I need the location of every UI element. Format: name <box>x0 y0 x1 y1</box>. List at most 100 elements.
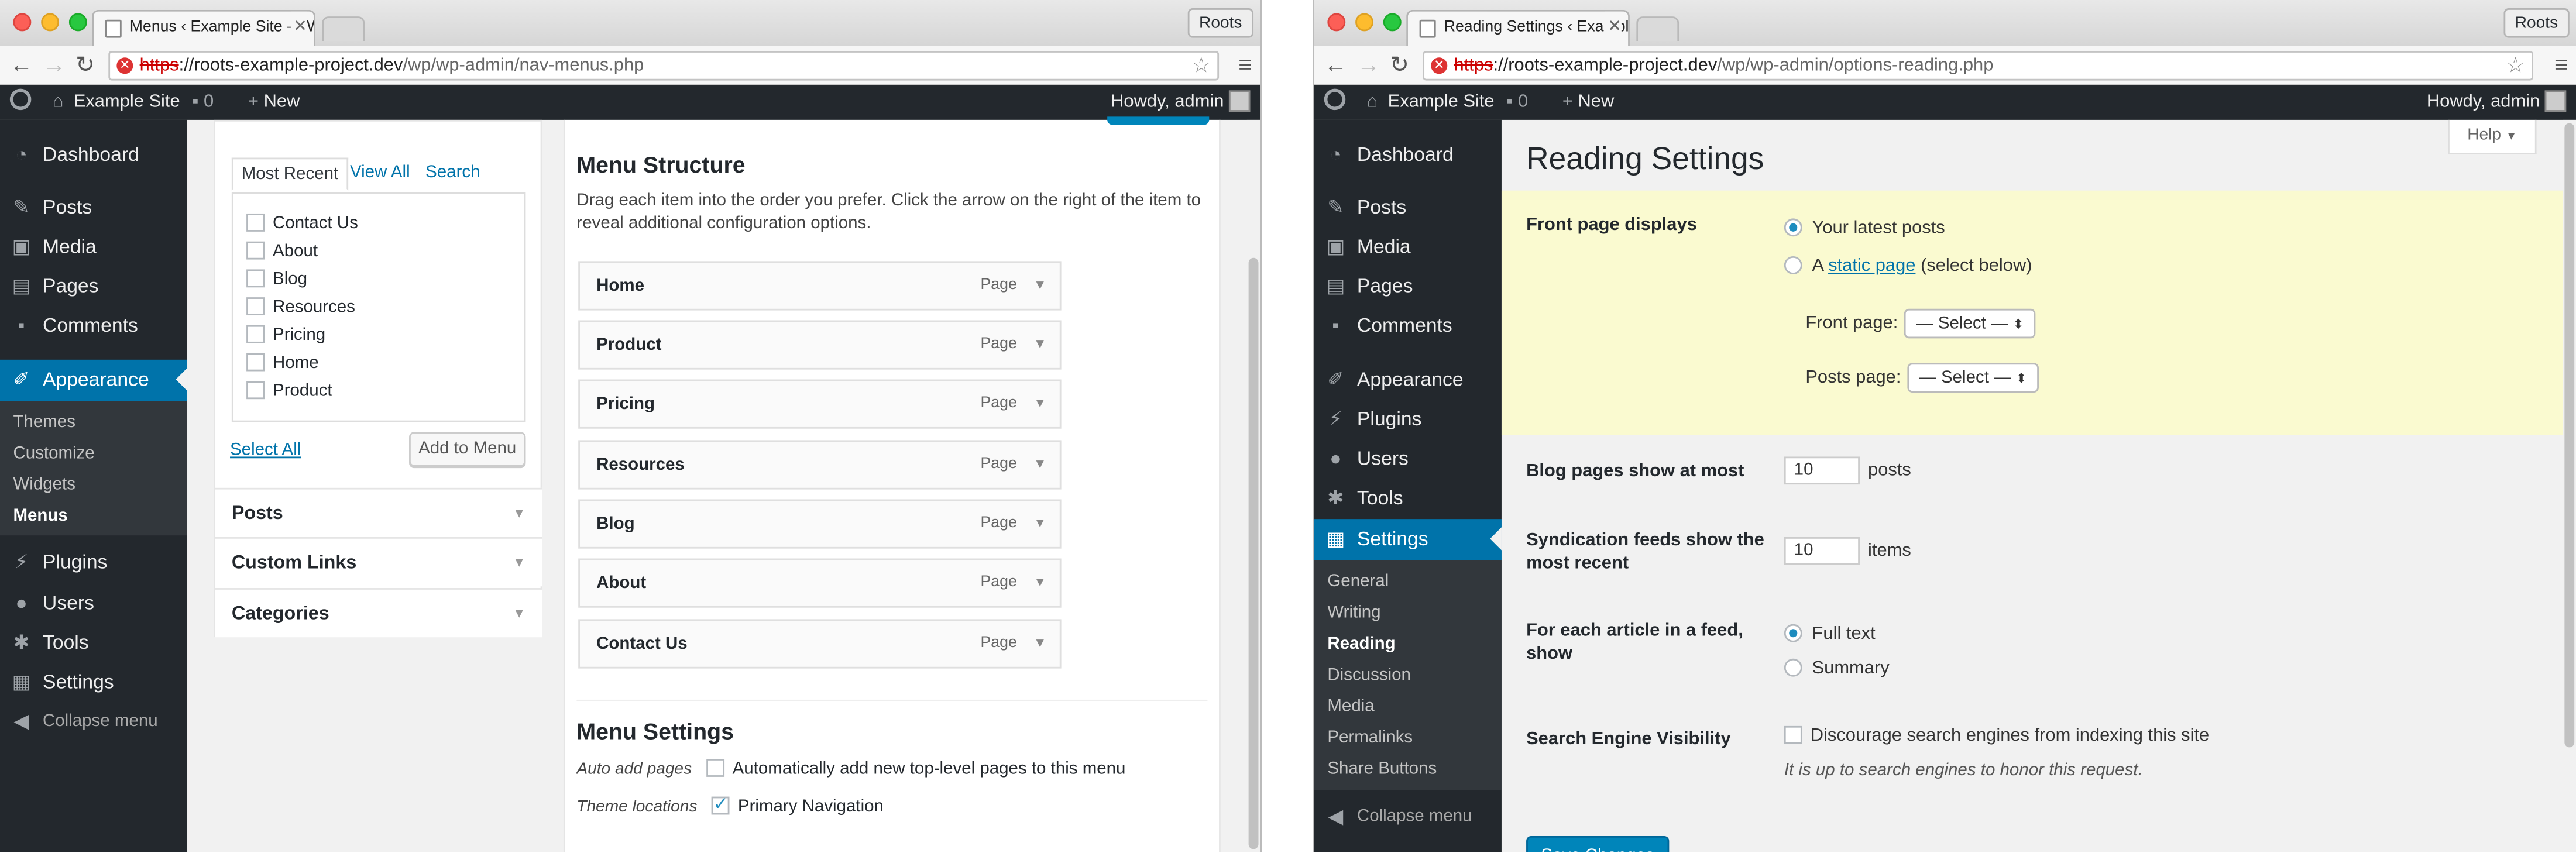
sidebar-item-dashboard[interactable]: ◔ Dashboard <box>0 135 187 174</box>
radio-static-page[interactable]: A static page (select below) <box>1784 256 2032 276</box>
submenu-share-buttons[interactable]: Share Buttons <box>1327 759 1437 779</box>
account-menu[interactable]: Howdy, admin <box>2427 85 2567 120</box>
accordion-categories[interactable]: Categories ▼ <box>215 588 542 638</box>
menu-item[interactable]: Product Page ▼ <box>578 320 1062 370</box>
list-item[interactable]: Resources <box>246 297 355 317</box>
radio-button[interactable] <box>1784 624 1802 642</box>
menu-item[interactable]: Resources Page ▼ <box>578 440 1062 490</box>
site-name-link[interactable]: ⌂ Example Site <box>1367 85 1495 120</box>
menu-item[interactable]: Pricing Page ▼ <box>578 379 1062 429</box>
zoom-window-icon[interactable] <box>68 13 87 32</box>
sidebar-item-tools[interactable]: ✱ Tools <box>1314 478 1502 517</box>
submenu-discussion[interactable]: Discussion <box>1327 665 1411 685</box>
primary-navigation-checkbox[interactable] <box>711 793 730 815</box>
list-item[interactable]: Product <box>246 381 332 401</box>
syndication-input[interactable]: 10 <box>1784 537 1860 565</box>
scrollbar[interactable] <box>2563 119 2576 853</box>
wordpress-logo-icon[interactable] <box>1324 85 1346 120</box>
sidebar-item-dashboard[interactable]: ◔ Dashboard <box>1314 135 1502 174</box>
sidebar-item-pages[interactable]: ▤ Pages <box>1314 266 1502 305</box>
submenu-themes[interactable]: Themes <box>13 412 75 432</box>
sidebar-item-media[interactable]: ▣ Media <box>1314 226 1502 266</box>
checkbox[interactable] <box>246 213 265 232</box>
sidebar-item-plugins[interactable]: ⚡ Plugins <box>1314 399 1502 438</box>
submenu-writing[interactable]: Writing <box>1327 603 1380 622</box>
tab-search[interactable]: Search <box>425 163 480 183</box>
add-to-menu-button[interactable]: Add to Menu <box>409 432 526 467</box>
list-item[interactable]: Contact Us <box>246 213 358 233</box>
new-content-link[interactable]: + New <box>1562 85 1614 120</box>
bookmark-star-icon[interactable]: ☆ <box>2506 53 2525 79</box>
scrollbar-thumb[interactable] <box>1248 257 1259 849</box>
list-item[interactable]: Home <box>246 353 319 373</box>
front-page-select[interactable]: — Select — ⬍ <box>1904 308 2036 339</box>
sidebar-item-posts[interactable]: ✎ Posts <box>0 187 187 226</box>
tab-view-all[interactable]: View All <box>350 163 410 183</box>
comments-link[interactable]: ▪ 0 <box>192 85 214 120</box>
sidebar-item-pages[interactable]: ▤ Pages <box>0 266 187 305</box>
address-bar[interactable]: ✕ https://roots-example-project.dev/wp/wp… <box>108 51 1220 81</box>
tab-most-recent[interactable]: Most Recent <box>231 157 349 191</box>
blog-pages-input[interactable]: 10 <box>1784 456 1860 485</box>
radio-button[interactable] <box>1784 218 1802 237</box>
collapse-menu-button[interactable]: ◀ Collapse menu <box>0 701 187 741</box>
select-all-link[interactable]: Select All <box>230 440 301 460</box>
bookmark-star-icon[interactable]: ☆ <box>1191 53 1211 79</box>
menu-item[interactable]: About Page ▼ <box>578 558 1062 608</box>
submenu-media[interactable]: Media <box>1327 696 1374 716</box>
auto-add-checkbox[interactable] <box>706 759 724 777</box>
sidebar-item-tools[interactable]: ✱ Tools <box>0 622 187 662</box>
sidebar-item-comments[interactable]: ▪ Comments <box>0 305 187 345</box>
radio-button[interactable] <box>1784 658 1802 677</box>
submenu-customize[interactable]: Customize <box>13 443 94 463</box>
profile-button[interactable]: Roots <box>2503 8 2570 38</box>
help-tab-button[interactable]: Help ▼ <box>2448 119 2537 154</box>
close-tab-icon[interactable]: ✕ <box>1604 11 1622 44</box>
list-item[interactable]: Pricing <box>246 325 325 345</box>
submenu-reading[interactable]: Reading <box>1327 634 1395 654</box>
menu-item[interactable]: Home Page ▼ <box>578 261 1062 311</box>
browser-menu-icon[interactable]: ≡ <box>2554 51 2568 77</box>
save-changes-button[interactable]: Save Changes <box>1526 835 1670 853</box>
new-tab-button[interactable] <box>322 16 365 42</box>
minimize-window-icon[interactable] <box>41 13 60 32</box>
wordpress-logo-icon[interactable] <box>9 85 32 120</box>
minimize-window-icon[interactable] <box>1355 13 1373 32</box>
expand-arrow-icon[interactable]: ▼ <box>1033 501 1046 547</box>
discourage-search-checkbox[interactable] <box>1784 725 1802 744</box>
radio-full-text[interactable]: Full text <box>1784 624 1876 644</box>
close-tab-icon[interactable]: ✕ <box>290 11 307 44</box>
list-item[interactable]: Blog <box>246 269 307 289</box>
submenu-widgets[interactable]: Widgets <box>13 474 75 494</box>
menu-item[interactable]: Blog Page ▼ <box>578 499 1062 549</box>
checkbox[interactable] <box>246 353 265 372</box>
browser-menu-icon[interactable]: ≡ <box>1238 51 1252 77</box>
radio-button[interactable] <box>1784 256 1802 274</box>
sidebar-item-media[interactable]: ▣ Media <box>0 226 187 266</box>
sidebar-item-plugins[interactable]: ⚡ Plugins <box>0 542 187 581</box>
checkbox[interactable] <box>246 325 265 343</box>
expand-arrow-icon[interactable]: ▼ <box>1033 263 1046 309</box>
collapse-menu-button[interactable]: ◀ Collapse menu <box>1314 797 1502 836</box>
accordion-custom-links[interactable]: Custom Links ▼ <box>215 537 542 587</box>
zoom-window-icon[interactable] <box>1383 13 1402 32</box>
save-menu-button-edge[interactable] <box>1107 116 1210 125</box>
expand-arrow-icon[interactable]: ▼ <box>1033 560 1046 606</box>
comments-link[interactable]: ▪ 0 <box>1506 85 1528 120</box>
radio-summary[interactable]: Summary <box>1784 658 1890 678</box>
forward-arrow-icon[interactable]: → <box>43 51 66 77</box>
list-item[interactable]: About <box>246 241 318 261</box>
scrollbar-thumb[interactable] <box>2564 123 2575 748</box>
sidebar-item-comments[interactable]: ▪ Comments <box>1314 305 1502 345</box>
site-name-link[interactable]: ⌂ Example Site <box>53 85 180 120</box>
back-arrow-icon[interactable]: ← <box>1324 51 1347 77</box>
profile-button[interactable]: Roots <box>1187 8 1254 38</box>
browser-tab[interactable]: Menus ‹ Example Site — W ✕ <box>92 9 316 46</box>
close-window-icon[interactable] <box>1327 13 1346 32</box>
reload-icon[interactable]: ↻ <box>1390 51 1409 77</box>
submenu-permalinks[interactable]: Permalinks <box>1327 728 1413 748</box>
expand-arrow-icon[interactable]: ▼ <box>1033 322 1046 368</box>
checkbox[interactable] <box>246 269 265 288</box>
posts-page-select[interactable]: — Select — ⬍ <box>1907 363 2039 393</box>
sidebar-item-users[interactable]: ● Users <box>0 583 187 622</box>
